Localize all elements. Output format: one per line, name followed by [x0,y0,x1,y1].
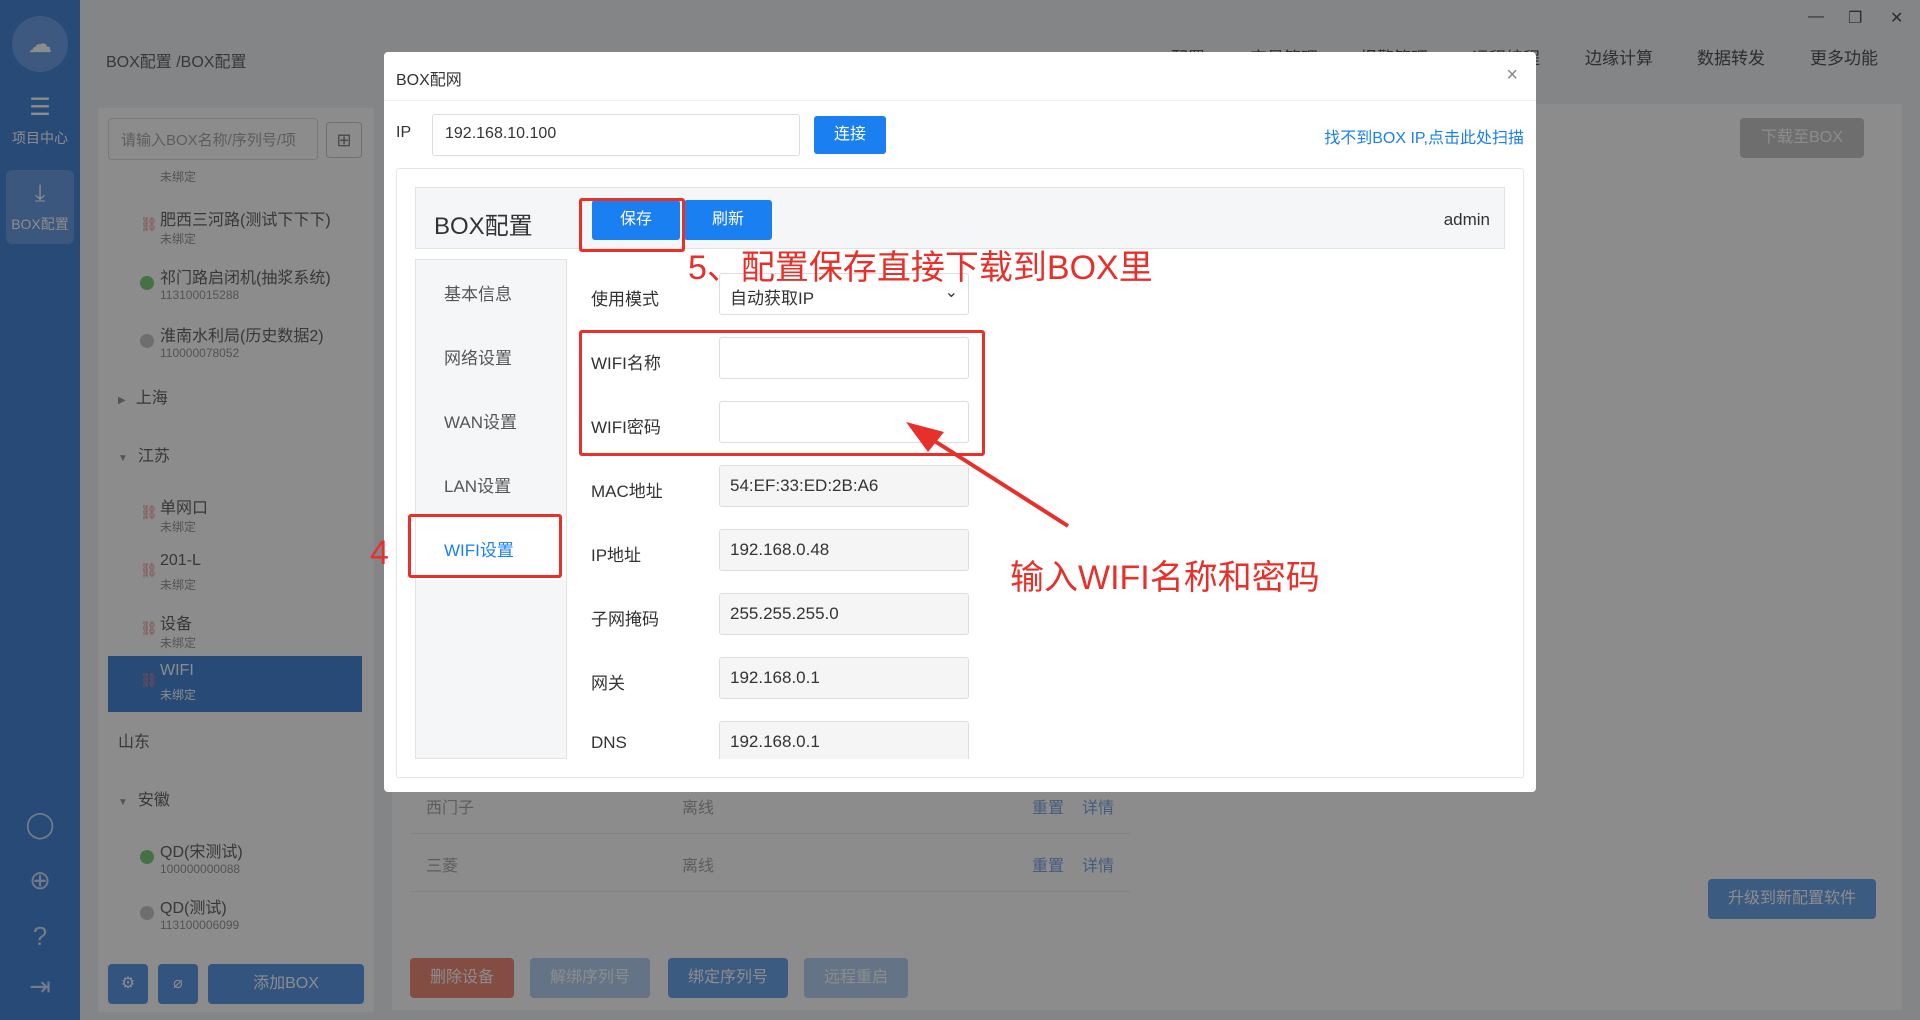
red-arrow-icon [906,422,1070,528]
